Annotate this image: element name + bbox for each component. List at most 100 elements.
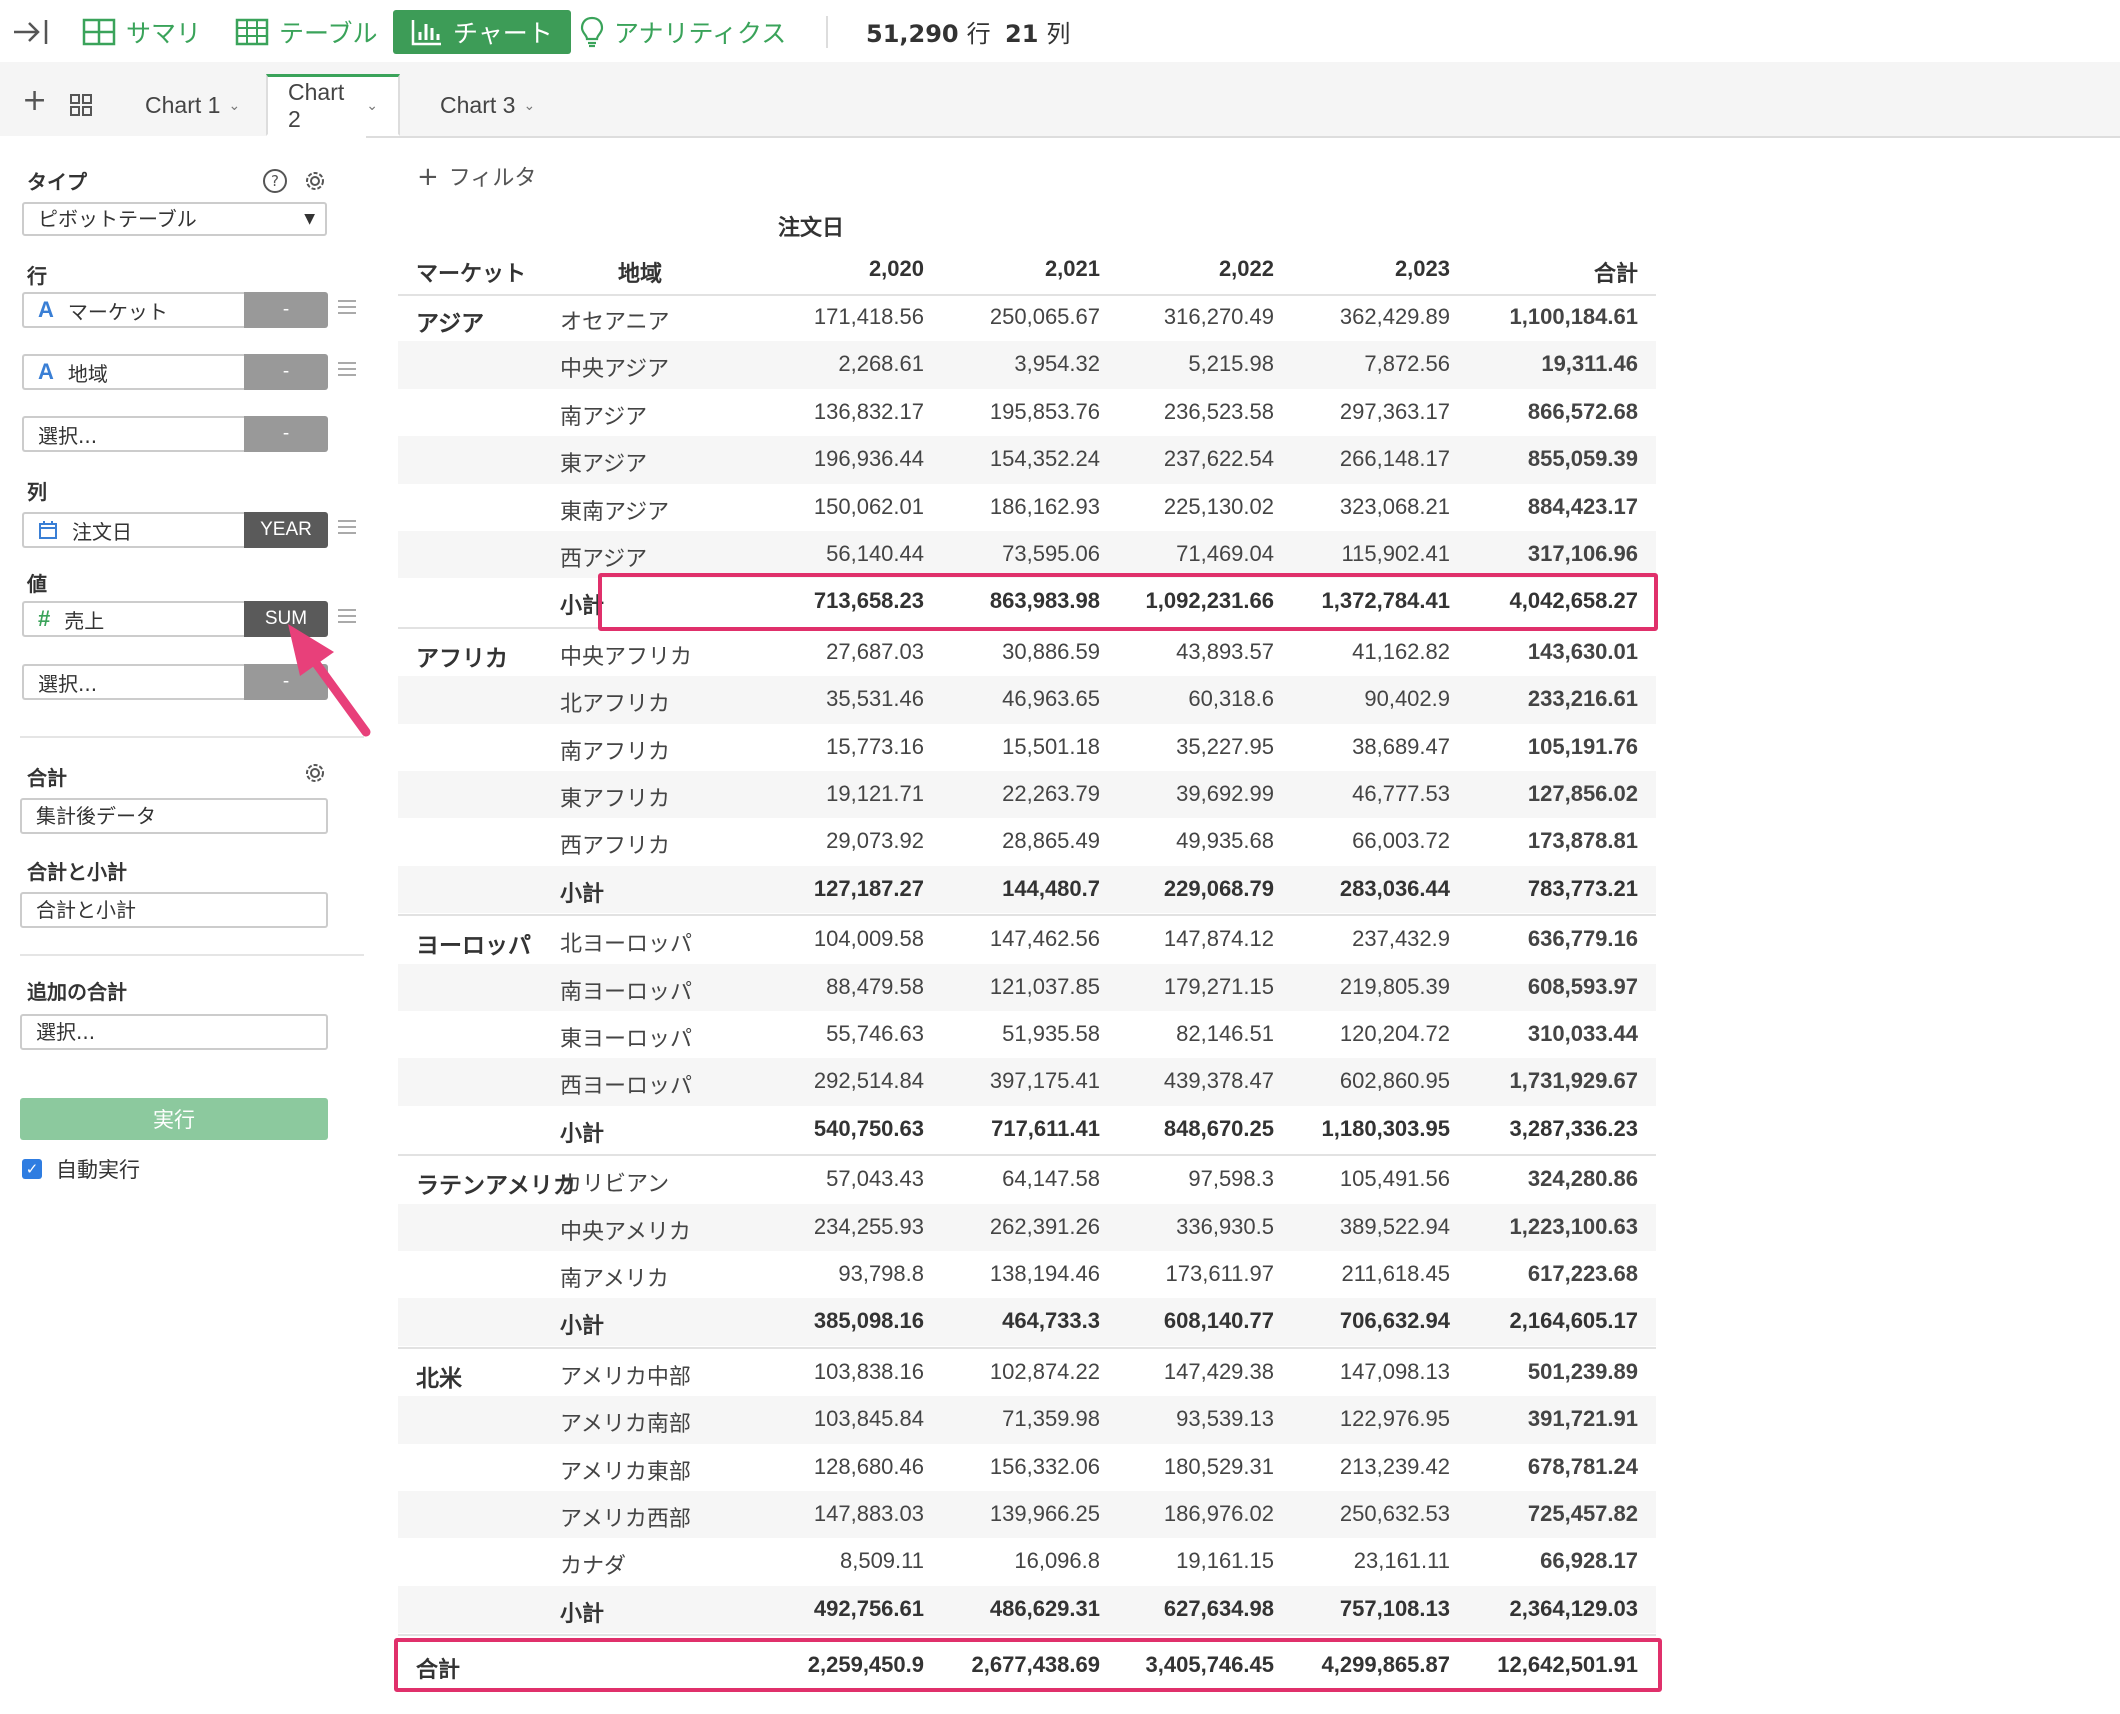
value-cell: 2,364,129.03 (1509, 1595, 1638, 1621)
value-cell: 1,100,184.61 (1509, 304, 1638, 329)
column-count-unit: 列 (1046, 20, 1071, 48)
value-cell: 237,622.54 (1163, 446, 1274, 472)
group-divider (398, 1634, 1656, 1637)
column-header: 2,022 (1218, 256, 1274, 281)
chart-tab[interactable]: チャート (393, 10, 571, 54)
region-cell: アメリカ西部 (560, 1507, 691, 1532)
value-cell: 234,255.93 (813, 1213, 924, 1239)
value-cell: 213,239.42 (1339, 1453, 1450, 1479)
text-type-icon: A (38, 297, 54, 322)
value-cell: 103,838.16 (813, 1358, 924, 1384)
column-field-agg[interactable]: YEAR (244, 512, 328, 548)
row-field-market[interactable]: A マーケット - (22, 292, 328, 328)
tab-chart-1[interactable]: Chart 1 ⌄ (125, 74, 260, 136)
value-cell: 64,147.58 (1002, 1166, 1100, 1192)
value-cell: 22,263.79 (1002, 781, 1100, 806)
value-cell: 105,491.56 (1339, 1166, 1450, 1192)
value-cell: 3,954.32 (1014, 351, 1100, 377)
tab-chart-2[interactable]: Chart 2 ⌄ (266, 74, 400, 136)
row-field-select-name: 選択... (22, 416, 244, 452)
type-label: タイプ (27, 170, 87, 194)
grid-icon[interactable] (70, 94, 92, 116)
table-tab[interactable]: テーブル (235, 10, 378, 54)
row-field-select[interactable]: 選択... - (22, 416, 328, 452)
region-cell: 南アメリカ (560, 1267, 669, 1292)
chevron-down-icon: ⌄ (523, 96, 536, 113)
table-row: カリビアン 57,043.43 64,147.58 97,598.3 105,491.5… (398, 1156, 1656, 1203)
chevron-down-icon: ⌄ (366, 97, 378, 113)
drag-handle-icon[interactable] (338, 516, 356, 538)
text-type-icon: A (38, 359, 54, 384)
value-cell: 250,065.67 (989, 304, 1100, 329)
region-cell: カナダ (560, 1554, 627, 1580)
value-cell: 56,140.44 (826, 541, 924, 566)
table-row: 北アフリカ 35,531.46 46,963.65 60,318.6 90,402.9 2… (398, 676, 1656, 724)
analytics-label: アナリティクス (614, 19, 787, 48)
caret-down-icon: ▼ (304, 211, 315, 227)
drag-handle-icon[interactable] (338, 296, 356, 318)
value-cell: 757,108.13 (1339, 1595, 1450, 1621)
row-field-region[interactable]: A 地域 - (22, 354, 328, 390)
extra-total-label: 追加の合計 (27, 980, 127, 1004)
row-field-market-agg[interactable]: - (244, 292, 328, 328)
market-cell: ヨーロッパ (416, 933, 531, 960)
column-field-order-date[interactable]: 注文日 YEAR (22, 512, 328, 548)
value-cell: 292,514.84 (813, 1068, 924, 1094)
table-row: 南アジア 136,832.17 195,853.76 236,523.58 297,36… (398, 389, 1656, 436)
value-cell: 93,798.8 (838, 1261, 924, 1286)
help-icon[interactable]: ? (262, 168, 288, 194)
value-cell: 179,271.15 (1163, 973, 1274, 999)
row-field-region-agg[interactable]: - (244, 354, 328, 390)
value-cell: 195,853.76 (989, 398, 1100, 424)
table-row: 南ヨーロッパ 88,479.58 121,037.85 179,271.15 219,8… (398, 963, 1656, 1011)
market-cell: アジア (416, 311, 485, 337)
column-count-value: 21 (1005, 20, 1039, 48)
columns-label: 列 (27, 480, 47, 504)
collapse-icon[interactable] (12, 14, 50, 50)
drag-handle-icon[interactable] (338, 358, 356, 380)
summary-icon (82, 18, 116, 46)
add-filter-button[interactable]: + フィルタ (417, 160, 536, 192)
grand-total-value: 4,299,865.87 (1321, 1652, 1450, 1678)
value-cell: 884,423.17 (1527, 493, 1638, 519)
value-cell: 237,432.9 (1352, 926, 1450, 952)
tab-chart-3[interactable]: Chart 3 ⌄ (420, 74, 555, 136)
chart-type-value: ピボットテーブル (38, 207, 197, 231)
checkbox-icon[interactable]: ✓ (22, 1159, 42, 1179)
region-cell: 東アジア (560, 452, 648, 478)
row-field-select-agg[interactable]: - (244, 416, 328, 452)
region-cell: 東ヨーロッパ (560, 1027, 693, 1052)
number-type-icon: # (38, 606, 51, 631)
summary-tab[interactable]: サマリ (82, 10, 201, 54)
analytics-tab[interactable]: アナリティクス (580, 10, 786, 54)
value-cell: 51,935.58 (1002, 1021, 1100, 1046)
value-cell: 71,359.98 (1002, 1406, 1100, 1432)
add-chart-icon[interactable]: + (22, 86, 47, 116)
column-header: 合計 (1593, 261, 1638, 286)
extra-total-select[interactable]: 選択... (20, 1014, 328, 1050)
value-cell: 139,966.25 (989, 1501, 1100, 1526)
grand-total-row: 合計 2,259,450.9 2,677,438.69 3,405,746.45 4,2… (398, 1642, 1656, 1689)
value-cell: 27,687.03 (826, 638, 924, 664)
gear-icon[interactable] (302, 168, 328, 194)
table-row: 東アフリカ 19,121.71 22,263.79 39,692.99 46,777.5… (398, 771, 1656, 819)
column-header: 地域 (618, 262, 663, 287)
column-field-name: 注文日 (22, 512, 244, 548)
region-cell: 西アフリカ (560, 834, 671, 860)
value-cell: 211,618.45 (1341, 1261, 1450, 1286)
subtotal-mode-select[interactable]: 合計と小計 (20, 892, 328, 928)
region-cell: 小計 (560, 881, 605, 907)
value-cell: 186,976.02 (1163, 1501, 1274, 1526)
auto-run-checkbox[interactable]: ✓ 自動実行 (22, 1154, 140, 1184)
region-cell: 北アフリカ (560, 692, 671, 718)
chart-type-select[interactable]: ピボットテーブル ▼ (22, 202, 327, 236)
value-cell: 297,363.17 (1339, 398, 1450, 424)
value-cell: 127,856.02 (1527, 781, 1638, 806)
value-cell: 147,462.56 (989, 926, 1100, 952)
value-cell: 136,832.17 (813, 398, 924, 424)
run-button[interactable]: 実行 (20, 1098, 328, 1140)
table-row: カナダ 8,509.11 16,096.8 19,161.15 23,161.11 66,… (398, 1538, 1656, 1585)
value-cell: 236,523.58 (1163, 398, 1274, 424)
value-cell: 147,883.03 (813, 1501, 924, 1526)
value-cell: 391,721.91 (1527, 1406, 1638, 1432)
